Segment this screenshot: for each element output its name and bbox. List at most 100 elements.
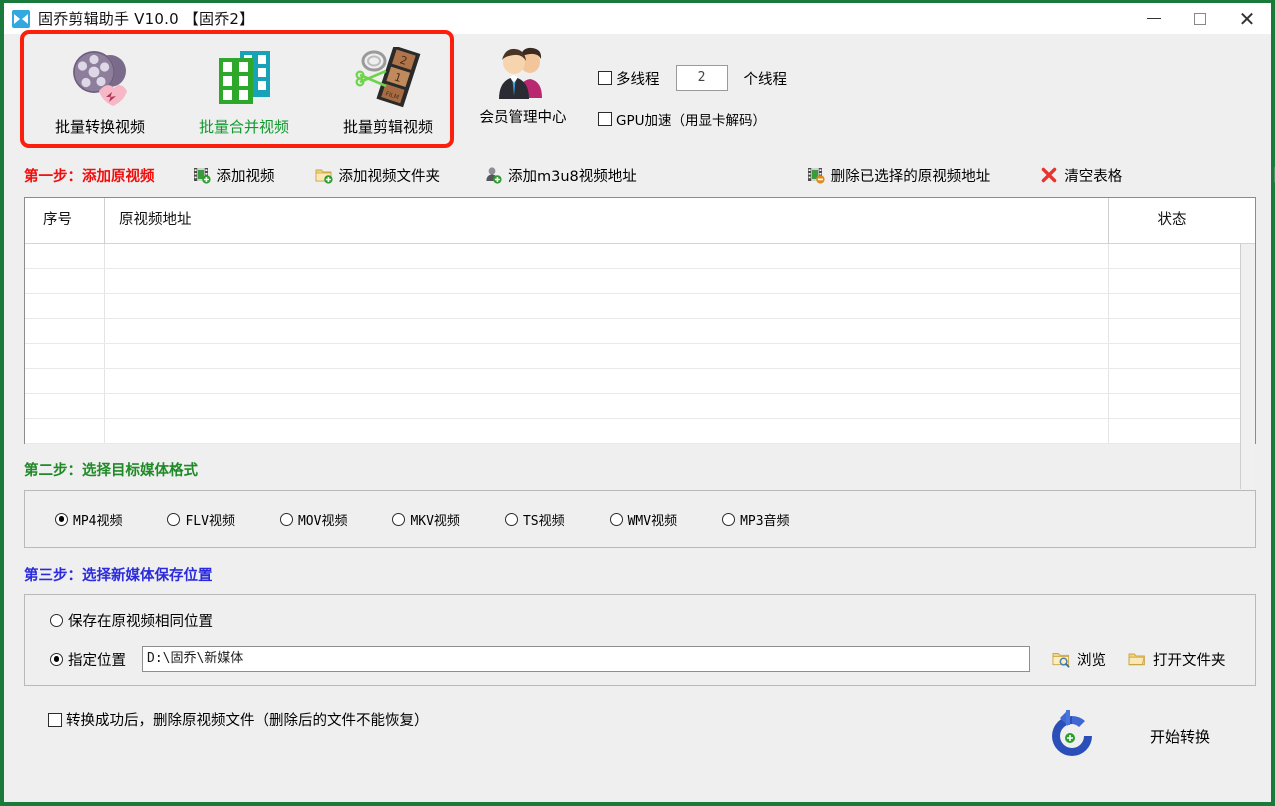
radio-mp3[interactable] — [722, 512, 736, 526]
delete-selected-label: 删除已选择的原视频地址 — [830, 168, 991, 185]
format-option-mp3[interactable]: MP3音频 — [722, 510, 790, 529]
table-row[interactable] — [25, 419, 1255, 444]
cell-index — [25, 369, 105, 393]
gpu-checkbox[interactable] — [598, 112, 612, 126]
cell-address — [105, 269, 1109, 293]
table-row[interactable] — [25, 269, 1255, 294]
clear-table-label: 清空表格 — [1064, 168, 1123, 185]
add-m3u8-button[interactable]: 添加m3u8视频地址 — [484, 165, 637, 186]
radio-mp4[interactable] — [55, 512, 68, 526]
refresh-convert-icon — [1044, 708, 1100, 764]
browse-button[interactable]: 浏览 — [1052, 649, 1106, 670]
merge-video-icon — [210, 44, 278, 112]
start-convert-label: 开始转换 — [1150, 727, 1211, 746]
add-video-label: 添加视频 — [216, 168, 275, 185]
cell-address — [105, 344, 1109, 368]
browse-folder-icon — [1052, 650, 1070, 668]
cell-index — [25, 344, 105, 368]
table-header-row: 序号 原视频地址 状态 — [25, 198, 1255, 244]
toolbar-options: 多线程 2 个线程 GPU加速（用显卡解码） — [598, 64, 787, 146]
cell-address — [105, 419, 1109, 443]
toolbar-item-label: 批量剪辑视频 — [342, 118, 433, 136]
minimize-button[interactable] — [1131, 2, 1177, 36]
toolbar-item-clip[interactable]: 2 1 FILM 批量剪辑视频 — [316, 38, 460, 137]
multithread-row: 多线程 2 个线程 — [598, 64, 787, 92]
toolbar-item-label: 批量合并视频 — [198, 118, 289, 136]
multithread-label: 多线程 — [616, 71, 660, 88]
table-row[interactable] — [25, 344, 1255, 369]
cell-status — [1109, 294, 1235, 318]
open-folder-icon — [1128, 650, 1146, 668]
radio-mov[interactable] — [279, 512, 293, 526]
step3-title: 第三步：选择新媒体保存位置 — [24, 568, 213, 584]
format-option-ts[interactable]: TS视频 — [504, 510, 565, 529]
cell-status — [1109, 244, 1235, 268]
delete-selected-button[interactable]: 删除已选择的原视频地址 — [807, 165, 991, 186]
add-folder-label: 添加视频文件夹 — [338, 168, 441, 185]
radio-same-location[interactable] — [50, 614, 63, 627]
radio-wmv[interactable] — [609, 512, 623, 526]
table-row[interactable] — [25, 319, 1255, 344]
radio-flv[interactable] — [167, 512, 181, 526]
start-convert-button[interactable]: 开始转换 — [1044, 708, 1210, 764]
cell-status — [1109, 369, 1235, 393]
clear-table-icon — [1040, 166, 1058, 184]
add-m3u8-label: 添加m3u8视频地址 — [508, 168, 637, 185]
delete-source-checkbox[interactable] — [48, 712, 62, 727]
format-option-mov[interactable]: MOV视频 — [279, 510, 348, 529]
gpu-label: GPU加速（用显卡解码） — [616, 113, 766, 129]
format-option-flv[interactable]: FLV视频 — [167, 510, 235, 529]
table-row[interactable] — [25, 294, 1255, 319]
cell-address — [105, 369, 1109, 393]
radio-specified-location[interactable] — [50, 652, 63, 666]
video-list-table[interactable]: 序号 原视频地址 状态 — [24, 197, 1256, 489]
format-label: MP4视频 — [73, 513, 123, 529]
format-option-mp4[interactable]: MP4视频 — [55, 510, 122, 529]
maximize-icon — [1194, 12, 1206, 25]
table-row[interactable] — [25, 394, 1255, 419]
format-option-wmv[interactable]: WMV视频 — [609, 510, 677, 529]
thread-count-input[interactable]: 2 — [675, 65, 728, 91]
table-row[interactable] — [25, 369, 1255, 394]
add-video-button[interactable]: 添加视频 — [193, 165, 275, 186]
delete-source-label: 转换成功后，删除原视频文件（删除后的文件不能恢复） — [66, 713, 429, 729]
add-folder-button[interactable]: 添加视频文件夹 — [315, 165, 441, 186]
table-body — [25, 244, 1255, 489]
format-label: FLV视频 — [185, 513, 235, 529]
title-bar: 固乔剪辑助手 V10.0 【固乔2】 ✕ — [4, 0, 1271, 34]
format-options: MP4视频 FLV视频 MOV视频 MKV视频 TS视频 WMV视频 MP3音频 — [25, 491, 1255, 547]
close-button[interactable]: ✕ — [1223, 2, 1271, 36]
toolbar-item-merge[interactable]: 批量合并视频 — [172, 38, 316, 137]
cell-address — [105, 319, 1109, 343]
toolbar-item-label: 批量转换视频 — [54, 118, 145, 136]
format-label: MOV视频 — [297, 513, 348, 529]
maximize-button[interactable] — [1177, 2, 1223, 36]
radio-mkv[interactable] — [392, 512, 406, 526]
gpu-row: GPU加速（用显卡解码） — [598, 105, 787, 133]
format-label: MP3音频 — [740, 513, 790, 529]
save-same-location-option[interactable]: 保存在原视频相同位置 — [50, 610, 213, 631]
delete-video-icon — [807, 166, 825, 184]
cell-index — [25, 394, 105, 418]
step2-title: 第二步：选择目标媒体格式 — [24, 463, 198, 479]
column-header-index: 序号 — [25, 198, 105, 244]
cell-index — [25, 294, 105, 318]
radio-ts[interactable] — [504, 512, 518, 526]
multithread-checkbox[interactable] — [598, 71, 612, 85]
table-vertical-scrollbar[interactable] — [1240, 244, 1255, 489]
format-option-mkv[interactable]: MKV视频 — [392, 510, 460, 529]
step1-toolbar: 第一步：添加原视频 添加视频 添加视频文件夹 添加m3u8视频地址 删除已选择的… — [8, 160, 1275, 190]
cell-index — [25, 319, 105, 343]
close-icon: ✕ — [1238, 6, 1256, 31]
table-row[interactable] — [25, 244, 1255, 269]
cell-status — [1109, 419, 1235, 443]
scissors-film-icon: 2 1 FILM — [354, 44, 422, 112]
toolbar-item-convert[interactable]: 批量转换视频 — [28, 38, 172, 137]
save-path-input[interactable]: D:\固乔\新媒体 — [142, 646, 1030, 672]
add-folder-icon — [315, 166, 333, 184]
clear-table-button[interactable]: 清空表格 — [1040, 165, 1122, 186]
member-center-button[interactable]: 会员管理中心 — [468, 42, 578, 127]
delete-source-row[interactable]: 转换成功后，删除原视频文件（删除后的文件不能恢复） — [48, 709, 429, 730]
open-folder-button[interactable]: 打开文件夹 — [1128, 649, 1226, 670]
cell-address — [105, 294, 1109, 318]
